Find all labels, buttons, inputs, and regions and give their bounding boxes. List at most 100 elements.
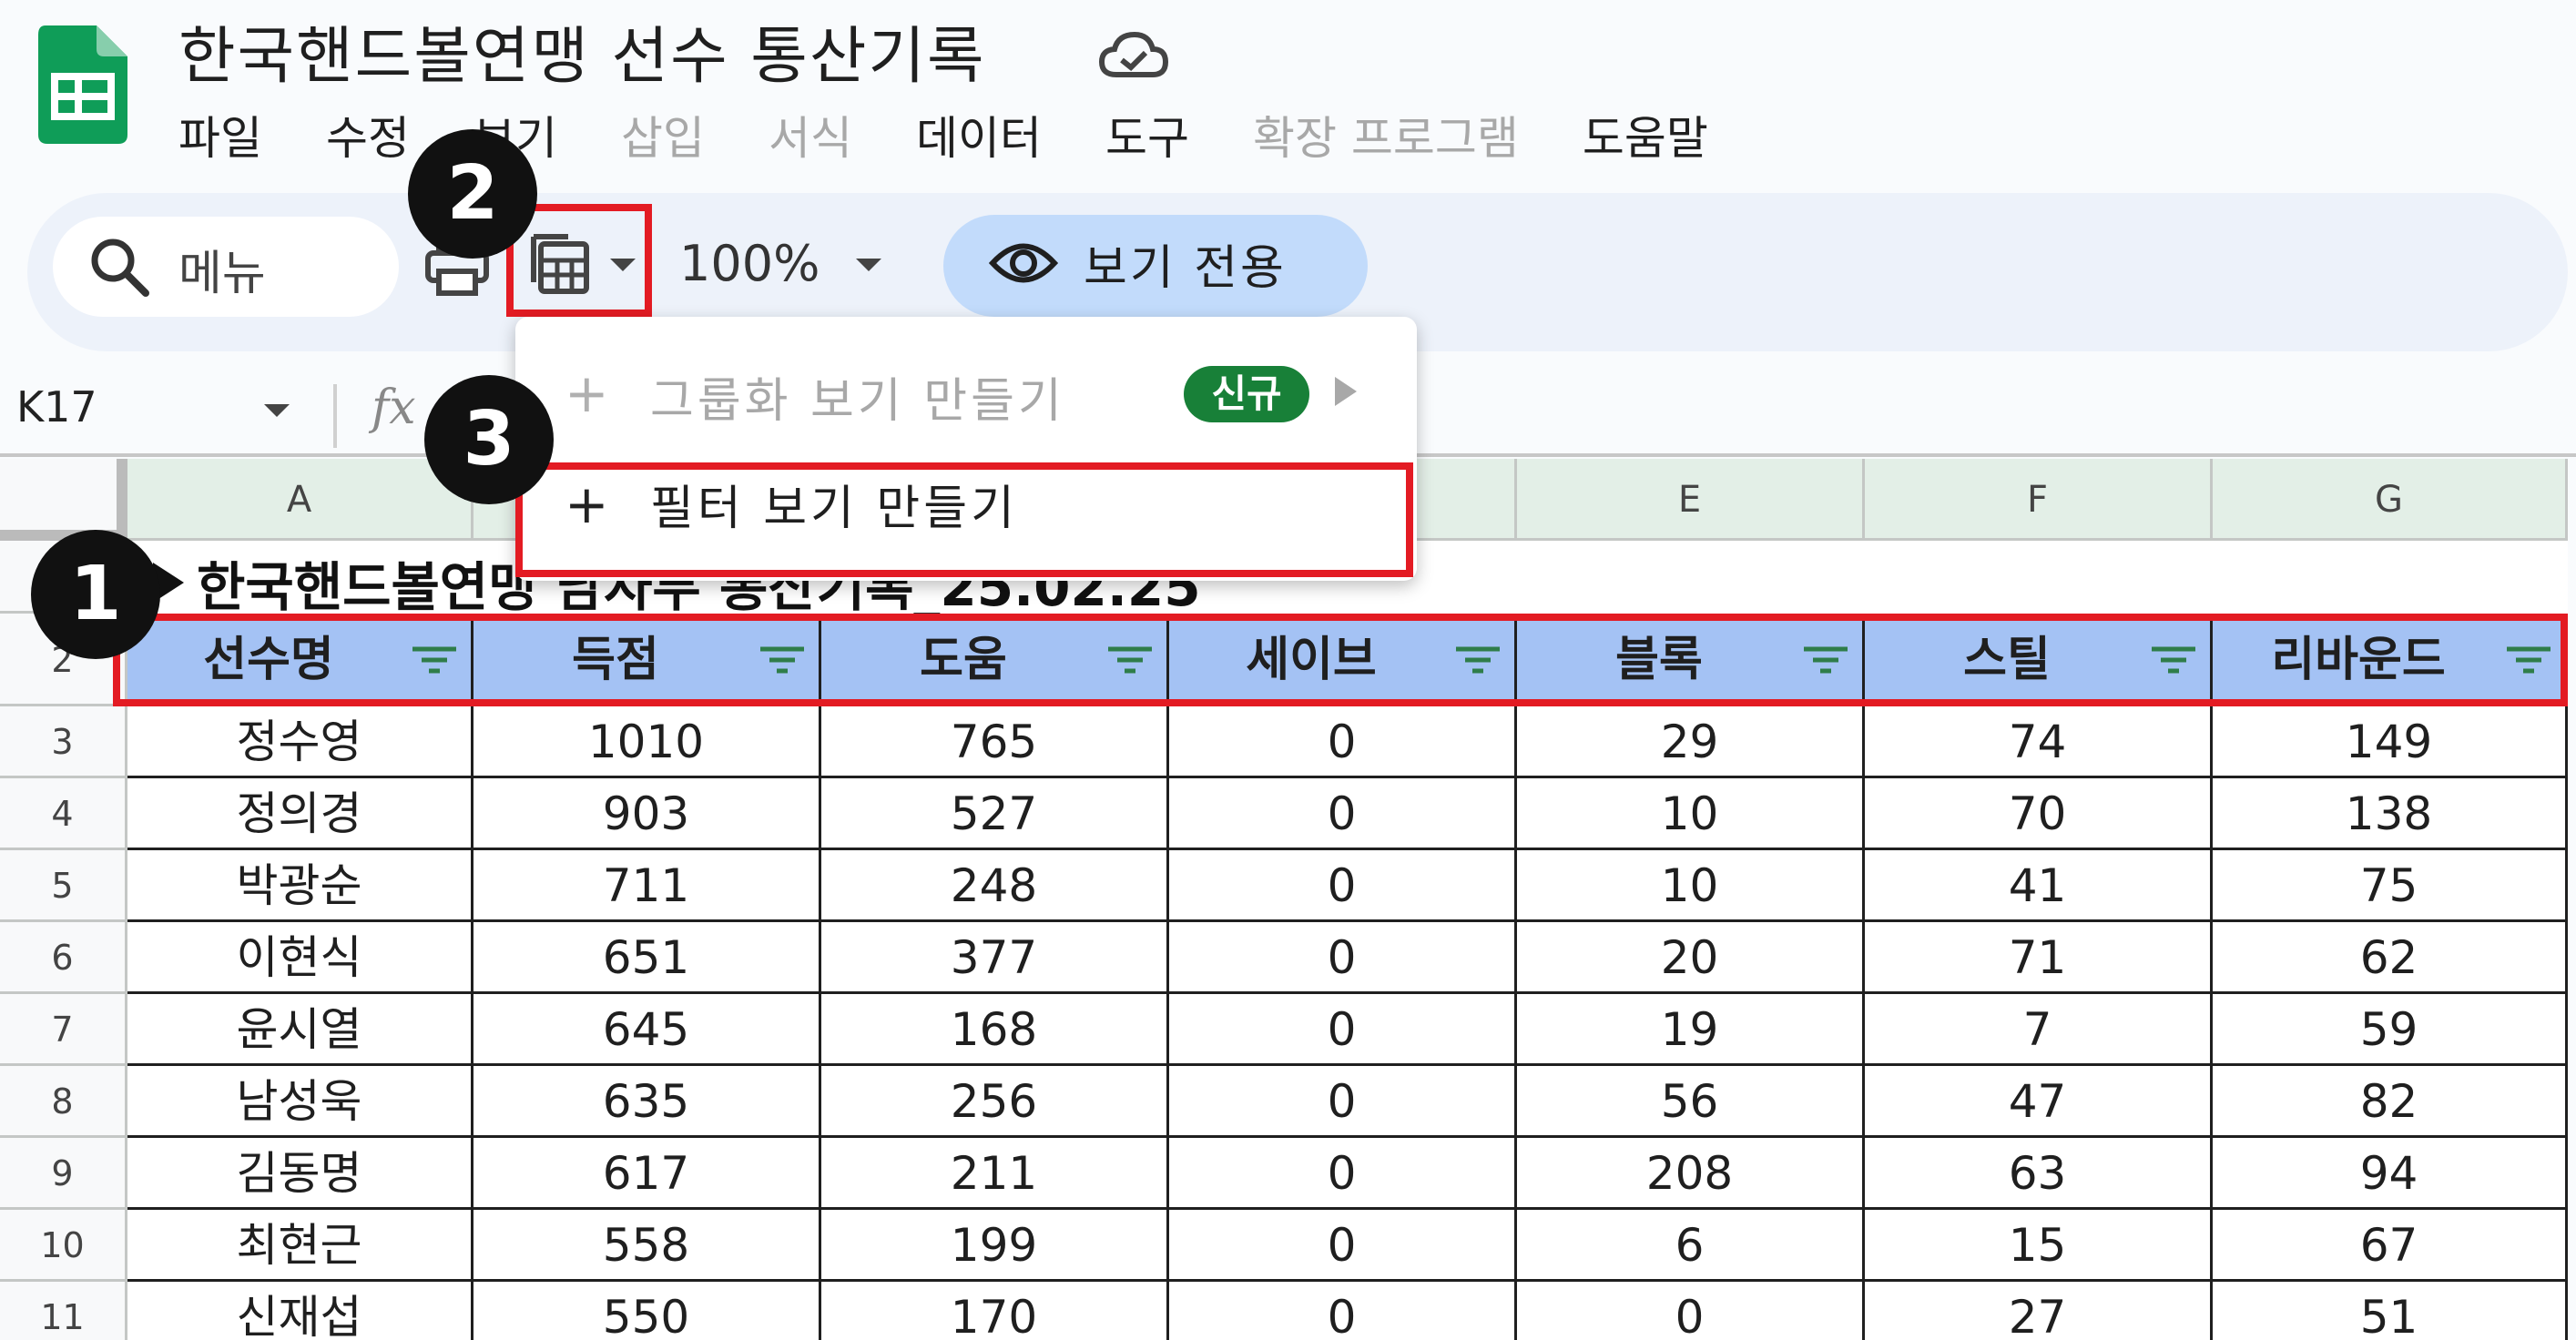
table-cell[interactable]: 138 <box>2213 778 2568 850</box>
table-cell[interactable]: 711 <box>473 850 821 922</box>
filter-view-highlight <box>515 462 1413 577</box>
row-header-9[interactable]: 9 <box>0 1138 127 1210</box>
table-cell[interactable]: 51 <box>2213 1282 2568 1340</box>
table-cell[interactable]: 82 <box>2213 1066 2568 1138</box>
menu-item-5[interactable]: 데이터 <box>916 102 1042 166</box>
table-cell[interactable]: 0 <box>1169 778 1517 850</box>
name-box-chevron-icon[interactable] <box>264 404 290 417</box>
table-cell[interactable]: 1010 <box>473 706 821 778</box>
document-title[interactable]: 한국핸드볼연맹 선수 통산기록 <box>178 5 986 96</box>
table-cell[interactable]: 0 <box>1169 1138 1517 1210</box>
column-header-g[interactable]: G <box>2213 459 2568 541</box>
row-header-4[interactable]: 4 <box>0 778 127 850</box>
table-cell[interactable]: 527 <box>821 778 1169 850</box>
fx-icon: fx <box>372 381 416 435</box>
table-cell[interactable]: 41 <box>1865 850 2213 922</box>
table-cell[interactable]: 635 <box>473 1066 821 1138</box>
row-header-6[interactable]: 6 <box>0 922 127 994</box>
table-cell[interactable]: 94 <box>2213 1138 2568 1210</box>
table-cell[interactable]: 550 <box>473 1282 821 1340</box>
menu-item-4[interactable]: 서식 <box>769 102 852 166</box>
table-cell[interactable]: 0 <box>1169 850 1517 922</box>
table-cell[interactable]: 645 <box>473 994 821 1066</box>
table-cell[interactable]: 10 <box>1517 778 1865 850</box>
table-cell[interactable]: 149 <box>2213 706 2568 778</box>
search-icon <box>91 239 149 297</box>
step-badge-3: 3 <box>424 375 554 504</box>
table-cell[interactable]: 박광순 <box>127 850 473 922</box>
table-cell[interactable]: 20 <box>1517 922 1865 994</box>
table-cell[interactable]: 71 <box>1865 922 2213 994</box>
table-cell[interactable]: 199 <box>821 1210 1169 1282</box>
view-only-label: 보기 전용 <box>1084 241 1287 296</box>
table-cell[interactable]: 10 <box>1517 850 1865 922</box>
table-cell[interactable]: 56 <box>1517 1066 1865 1138</box>
table-cell[interactable]: 170 <box>821 1282 1169 1340</box>
header-row-highlight <box>113 614 2568 706</box>
table-cell[interactable]: 558 <box>473 1210 821 1282</box>
table-cell[interactable]: 6 <box>1517 1210 1865 1282</box>
row-header-10[interactable]: 10 <box>0 1210 127 1282</box>
table-cell[interactable]: 19 <box>1517 994 1865 1066</box>
table-cell[interactable]: 신재섭 <box>127 1282 473 1340</box>
table-cell[interactable]: 765 <box>821 706 1169 778</box>
table-cell[interactable]: 윤시열 <box>127 994 473 1066</box>
table-cell[interactable]: 256 <box>821 1066 1169 1138</box>
table-cell[interactable]: 0 <box>1169 1066 1517 1138</box>
table-cell[interactable]: 47 <box>1865 1066 2213 1138</box>
column-header-e[interactable]: E <box>1517 459 1865 541</box>
table-cell[interactable]: 617 <box>473 1138 821 1210</box>
table-cell[interactable]: 15 <box>1865 1210 2213 1282</box>
table-cell[interactable]: 0 <box>1169 706 1517 778</box>
table-cell[interactable]: 0 <box>1169 994 1517 1066</box>
table-cell[interactable]: 63 <box>1865 1138 2213 1210</box>
column-header-f[interactable]: F <box>1865 459 2213 541</box>
menu-item-8[interactable]: 도움말 <box>1583 102 1708 166</box>
table-cell[interactable]: 74 <box>1865 706 2213 778</box>
table-cell[interactable]: 903 <box>473 778 821 850</box>
row-header-8[interactable]: 8 <box>0 1066 127 1138</box>
table-cell[interactable]: 0 <box>1517 1282 1865 1340</box>
table-cell[interactable]: 이현식 <box>127 922 473 994</box>
zoom-select[interactable]: 100% <box>679 235 820 292</box>
table-cell[interactable]: 248 <box>821 850 1169 922</box>
table-cell[interactable]: 정의경 <box>127 778 473 850</box>
table-cell[interactable]: 59 <box>2213 994 2568 1066</box>
google-sheets-icon[interactable] <box>38 25 127 144</box>
menu-item-1[interactable]: 수정 <box>326 102 410 166</box>
row-header-3[interactable]: 3 <box>0 706 127 778</box>
table-cell[interactable]: 남성욱 <box>127 1066 473 1138</box>
table-cell[interactable]: 377 <box>821 922 1169 994</box>
table-cell[interactable]: 정수영 <box>127 706 473 778</box>
table-cell[interactable]: 0 <box>1169 1210 1517 1282</box>
new-badge: 신규 <box>1184 366 1309 422</box>
table-cell[interactable]: 27 <box>1865 1282 2213 1340</box>
table-cell[interactable]: 62 <box>2213 922 2568 994</box>
table-cell[interactable]: 0 <box>1169 1282 1517 1340</box>
menu-item-6[interactable]: 도구 <box>1105 102 1189 166</box>
zoom-chevron-icon[interactable] <box>856 259 881 271</box>
cloud-saved-icon[interactable] <box>1098 27 1169 84</box>
name-box[interactable]: K17 <box>16 382 97 431</box>
table-cell[interactable]: 70 <box>1865 778 2213 850</box>
select-all-corner[interactable] <box>0 459 127 541</box>
table-cell[interactable]: 최현근 <box>127 1210 473 1282</box>
create-grouped-view-item[interactable]: 그룹화 보기 만들기 <box>650 362 1065 431</box>
menu-item-7[interactable]: 확장 프로그램 <box>1253 102 1519 166</box>
table-cell[interactable]: 651 <box>473 922 821 994</box>
menu-item-3[interactable]: 삽입 <box>621 102 705 166</box>
table-cell[interactable]: 7 <box>1865 994 2213 1066</box>
table-cell[interactable]: 0 <box>1169 922 1517 994</box>
table-cell[interactable]: 168 <box>821 994 1169 1066</box>
row-header-11[interactable]: 11 <box>0 1282 127 1340</box>
table-cell[interactable]: 75 <box>2213 850 2568 922</box>
row-header-7[interactable]: 7 <box>0 994 127 1066</box>
row-header-5[interactable]: 5 <box>0 850 127 922</box>
table-cell[interactable]: 211 <box>821 1138 1169 1210</box>
table-cell[interactable]: 29 <box>1517 706 1865 778</box>
column-header-a[interactable]: A <box>127 459 473 541</box>
menu-item-0[interactable]: 파일 <box>178 102 262 166</box>
table-cell[interactable]: 김동명 <box>127 1138 473 1210</box>
table-cell[interactable]: 67 <box>2213 1210 2568 1282</box>
table-cell[interactable]: 208 <box>1517 1138 1865 1210</box>
